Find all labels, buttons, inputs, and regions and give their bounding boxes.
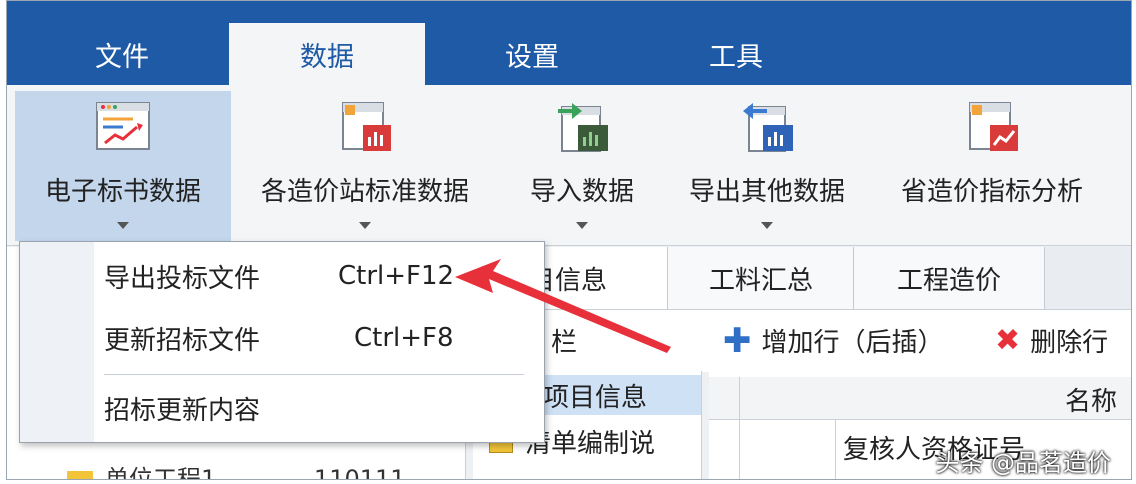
annotation-arrow-icon: [455, 259, 671, 353]
app-window: 文件 数据 设置 工具 电子标书数据 各造价站标准数据 导入数据 导出其他数据 …: [6, 0, 1132, 480]
watermark: 头条 @品茗造价: [935, 449, 1111, 477]
